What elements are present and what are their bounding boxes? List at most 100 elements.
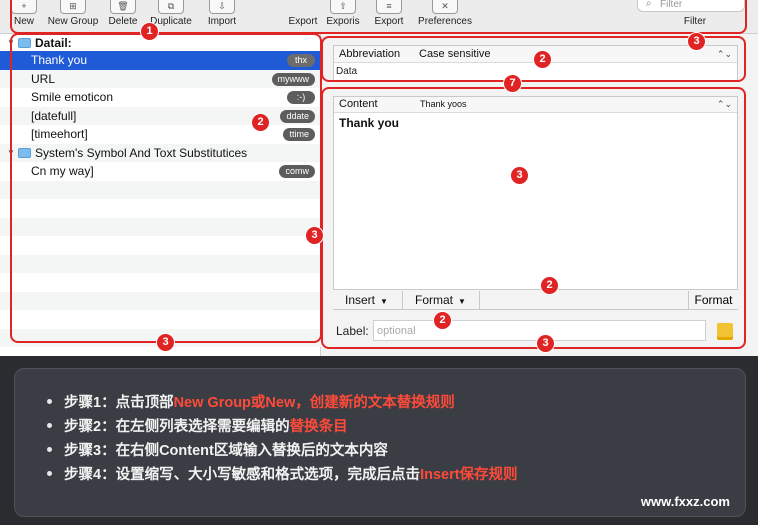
- step-item: 步骤4：设置缩写、大小写敏感和格式选项，完成后点击Insert保存规则: [47, 463, 518, 487]
- steps-list: 步骤1：点击顶部New Group或New，创建新的文本替换规则 步骤2：在左侧…: [47, 391, 518, 487]
- filter-label: Filter: [683, 16, 707, 27]
- insert-label: Insert: [345, 293, 376, 307]
- export-label-1: Export: [288, 16, 318, 27]
- insert-toolbar: Insert ▼ Format ▼ Format: [333, 289, 738, 309]
- list-item[interactable]: [datefull] ddate: [0, 106, 321, 125]
- step-badge: 3: [510, 166, 529, 185]
- toolbar: + New ⊞ New Group 🗑 Delete ⧉ Duplicate ⇩…: [0, 0, 758, 34]
- bullet-icon: [47, 422, 52, 428]
- main-window: ▼ Datail: Thank you thx URL mywww Smile …: [0, 34, 758, 356]
- list-item[interactable]: Smile emoticon :-): [0, 88, 321, 107]
- step-highlight: New Group或New，创建新的文本替换规则: [173, 395, 455, 411]
- step-badge: 2: [251, 113, 270, 132]
- content-header: Content Thank yoos ⌃⌄: [334, 97, 737, 113]
- new-button[interactable]: + New: [4, 0, 44, 34]
- trash-icon: 🗑: [110, 0, 136, 14]
- empty-row: [0, 273, 321, 292]
- label-row: Label: optional: [333, 320, 738, 342]
- folder-icon: [18, 38, 31, 48]
- exports-button[interactable]: ⇧ Exporis: [322, 0, 364, 34]
- bullet-icon: [47, 398, 52, 404]
- step-badge: 7: [503, 74, 522, 93]
- insert-dropdown[interactable]: Insert ▼: [333, 291, 403, 309]
- delete-button[interactable]: 🗑 Delete: [103, 0, 143, 34]
- empty-row: [0, 199, 321, 218]
- format-label: Format: [415, 293, 454, 307]
- bullet-icon: [47, 470, 52, 476]
- bullet-icon: [47, 446, 52, 452]
- abbreviation-badge: thx: [287, 54, 315, 67]
- step-text: 步骤1：点击顶部: [64, 395, 174, 411]
- empty-row: [0, 310, 321, 329]
- new-group-label: New Group: [47, 16, 99, 27]
- group-row-datail[interactable]: ▼ Datail:: [0, 34, 321, 53]
- new-group-icon: ⊞: [60, 0, 86, 14]
- abbreviation-badge: ddate: [280, 109, 315, 123]
- step-badge: 3: [305, 226, 324, 245]
- step-text: 步骤2：在左侧列表选择需要编辑的: [64, 419, 290, 435]
- import-button[interactable]: ⇩ Import: [201, 0, 243, 34]
- watermark: www.fxxz.com: [640, 494, 730, 509]
- content-textarea[interactable]: Thank you: [334, 113, 737, 133]
- step-badge: 3: [687, 32, 706, 51]
- abbreviation-badge: comw: [279, 165, 315, 178]
- empty-row: [0, 236, 321, 255]
- group-row-system[interactable]: ▼ System's Symbol And Toxt Substitutices: [0, 143, 321, 162]
- abbreviation-badge: ttime: [283, 128, 315, 141]
- format-dropdown[interactable]: Format ▼: [403, 291, 480, 309]
- content-label: Content: [339, 98, 378, 110]
- preferences-icon: ✕: [432, 0, 458, 14]
- list-item[interactable]: Cn my way] comw: [0, 162, 321, 181]
- export-button-1[interactable]: ⇧ Export: [283, 0, 323, 34]
- group-label: Datail:: [35, 36, 72, 50]
- step-badge: 3: [156, 333, 175, 352]
- note-icon[interactable]: [717, 323, 733, 340]
- step-badge: 2: [433, 311, 452, 330]
- new-group-button[interactable]: ⊞ New Group: [44, 0, 102, 34]
- abbreviation-label: Abbreviation: [339, 48, 401, 60]
- format-button[interactable]: Format: [688, 291, 738, 309]
- list-item[interactable]: Thank you thx: [0, 51, 321, 70]
- step-badge: 3: [536, 334, 555, 353]
- list-icon: ≡: [376, 0, 402, 14]
- empty-row: [0, 254, 321, 273]
- step-highlight: Insert保存规则: [420, 467, 518, 483]
- item-label: Smile emoticon: [31, 90, 114, 104]
- chevron-updown-icon[interactable]: ⌃⌄: [717, 97, 732, 112]
- step-highlight: 替换条目: [289, 419, 348, 435]
- case-sensitive-select[interactable]: Case sensitive: [419, 46, 491, 62]
- group-label: System's Symbol And Toxt Substitutices: [35, 145, 248, 160]
- list-item[interactable]: URL mywww: [0, 69, 321, 88]
- step-item: 步骤2：在左侧列表选择需要编辑的替换条目: [47, 415, 518, 439]
- item-label: [datefull]: [31, 108, 77, 123]
- content-panel: Content Thank yoos ⌃⌄ Thank you: [333, 96, 738, 310]
- instructions-card: 步骤1：点击顶部New Group或New，创建新的文本替换规则 步骤2：在左侧…: [14, 368, 746, 517]
- item-label: URL: [31, 71, 56, 86]
- empty-row: [0, 180, 321, 199]
- item-label: [timeehort]: [31, 127, 88, 141]
- exports-label: Exporis: [326, 16, 360, 27]
- empty-row: [0, 217, 321, 236]
- preferences-button[interactable]: ✕ Preferences: [413, 0, 477, 34]
- content-format-select[interactable]: Thank yoos: [420, 97, 467, 112]
- list-item[interactable]: [timeehort] ttime: [0, 125, 321, 144]
- disclosure-triangle-icon[interactable]: ▼: [7, 34, 15, 52]
- step-badge: 2: [540, 276, 559, 295]
- export-button-2[interactable]: ≡ Export: [368, 0, 410, 34]
- exports-icon: ⇧: [330, 0, 356, 14]
- chevron-down-icon: ▼: [458, 297, 466, 306]
- search-icon: ⌕: [646, 0, 652, 9]
- item-label: Cn my way]: [31, 164, 94, 178]
- abbreviation-badge: :-): [287, 91, 315, 104]
- chevron-down-icon: ▼: [380, 297, 388, 306]
- delete-label: Delete: [108, 16, 138, 27]
- preferences-label: Preferences: [418, 16, 472, 27]
- step-text: 步骤4：设置缩写、大小写敏感和格式选项，完成后点击: [64, 467, 421, 483]
- disclosure-triangle-icon[interactable]: ▼: [7, 144, 15, 162]
- chevron-updown-icon[interactable]: ⌃⌄: [717, 46, 732, 62]
- import-label: Import: [207, 16, 237, 27]
- filter-caption: Filter: [665, 0, 725, 34]
- new-label: New: [13, 16, 34, 27]
- editor-pane: Abbreviation Case sensitive ⌃⌄ Data Cont…: [322, 34, 758, 356]
- step-text: 步骤3：在右侧Content区域输入替换后的文本内容: [64, 443, 388, 459]
